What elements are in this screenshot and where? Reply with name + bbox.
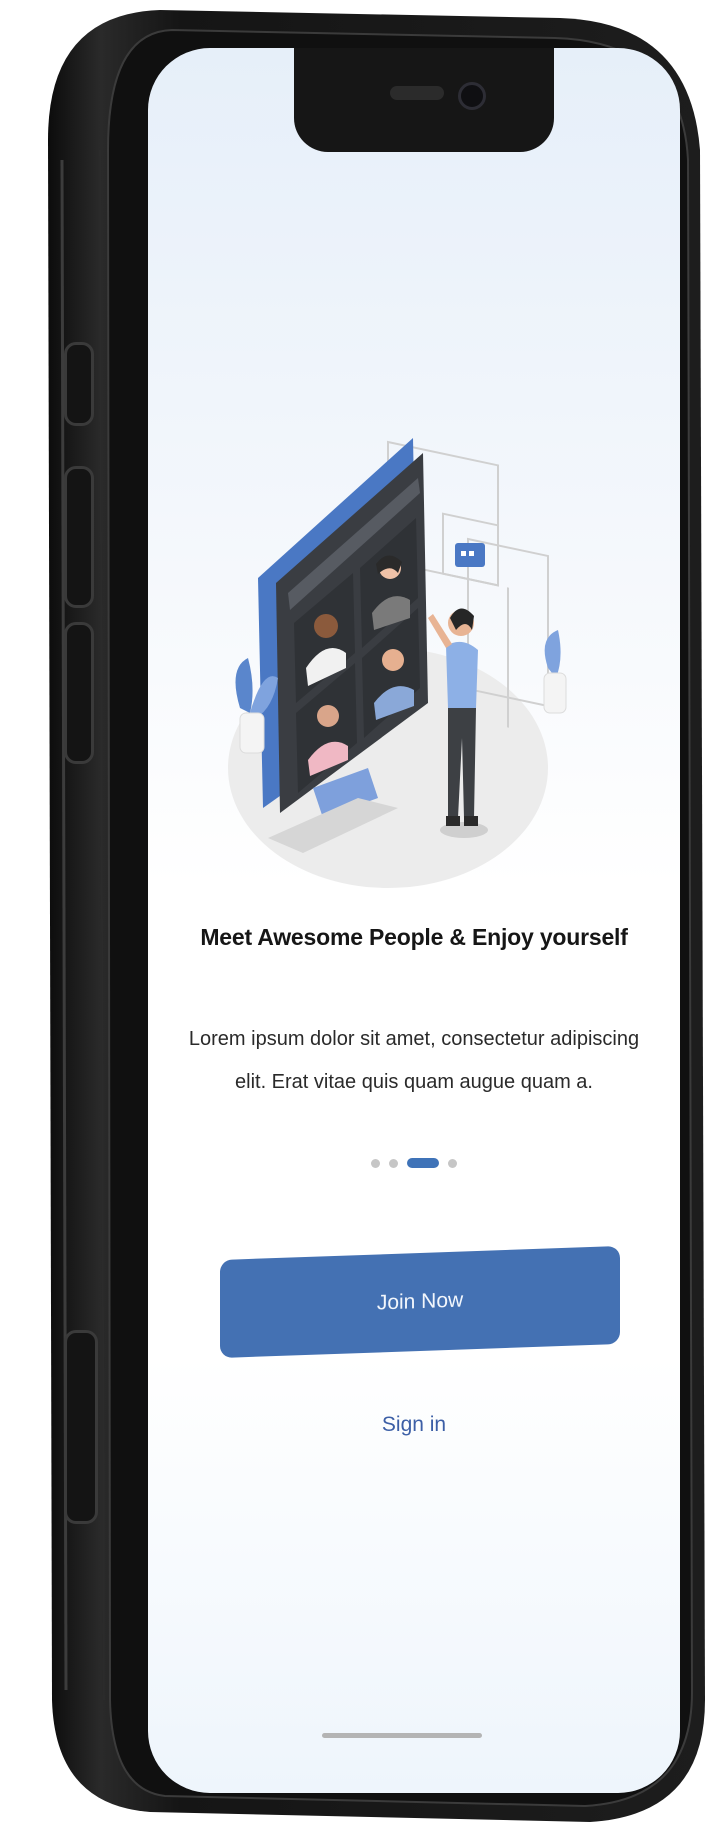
app-screen: Meet Awesome People & Enjoy yourself Lor…: [148, 48, 680, 1793]
video-call-illustration: [228, 438, 567, 888]
page-dot-2[interactable]: [389, 1158, 398, 1168]
description-line-1: Lorem ipsum dolor sit amet, consectetur …: [188, 1028, 640, 1050]
page-dot-1[interactable]: [371, 1158, 380, 1168]
description-line-2: elit. Erat vitae quis quam augue quam a.: [235, 1071, 593, 1093]
front-camera-icon: [458, 82, 486, 110]
onboarding-title: Meet Awesome People & Enjoy yourself: [200, 924, 628, 950]
onboarding-description: Lorem ipsum dolor sit amet, consectetur …: [168, 1018, 660, 1104]
page-indicator: [148, 1158, 680, 1168]
sign-in-link[interactable]: Sign in: [148, 1413, 680, 1437]
mockup-stage: Meet Awesome People & Enjoy yourself Lor…: [0, 0, 719, 1830]
sim-tray: [64, 1330, 98, 1524]
page-dot-3-active[interactable]: [407, 1158, 439, 1168]
silent-switch: [64, 342, 94, 426]
speaker-grille: [390, 86, 444, 100]
join-now-button[interactable]: Join Now: [220, 1246, 620, 1358]
home-indicator[interactable]: [322, 1733, 482, 1738]
page-dot-4[interactable]: [448, 1158, 457, 1168]
notch: [294, 48, 554, 152]
volume-down-button: [64, 622, 94, 764]
volume-up-button: [64, 466, 94, 608]
